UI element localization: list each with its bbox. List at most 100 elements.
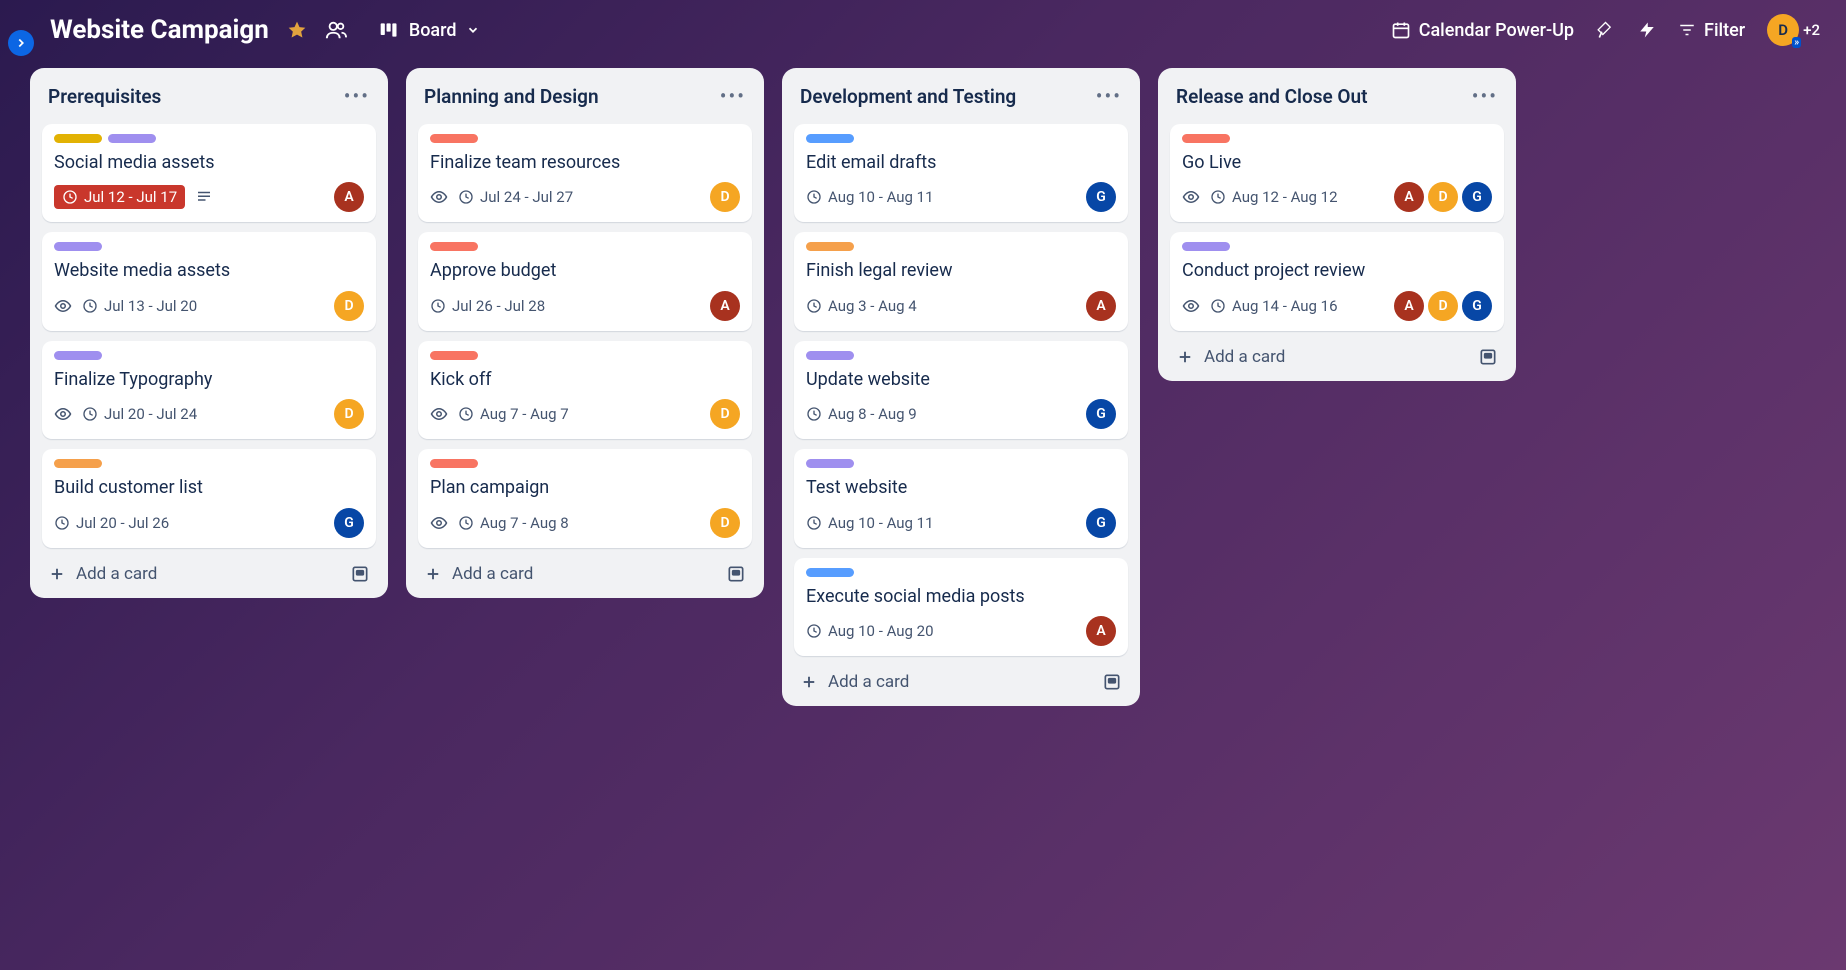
member-avatar-D[interactable]: D — [710, 399, 740, 429]
clock-icon — [62, 189, 78, 205]
member-avatar-D[interactable]: D — [334, 291, 364, 321]
member-avatar-G[interactable]: G — [1086, 508, 1116, 538]
member-avatar-A[interactable]: A — [334, 182, 364, 212]
date-badge[interactable]: Aug 14 - Aug 16 — [1210, 297, 1338, 315]
member-avatar-G[interactable]: G — [334, 508, 364, 538]
card[interactable]: Update websiteAug 8 - Aug 9G — [794, 341, 1128, 439]
member-avatar-G[interactable]: G — [1462, 182, 1492, 212]
member-avatar-D[interactable]: D — [1428, 291, 1458, 321]
member-avatar-D[interactable]: D — [334, 399, 364, 429]
list-title[interactable]: Planning and Design — [424, 85, 599, 108]
card-template-button[interactable] — [726, 564, 746, 584]
list-menu-button[interactable]: ••• — [720, 84, 746, 108]
date-badge[interactable]: Aug 8 - Aug 9 — [806, 405, 917, 423]
automation-icon[interactable] — [1638, 21, 1656, 39]
calendar-powerup-button[interactable]: Calendar Power-Up — [1391, 20, 1574, 41]
label-blue[interactable] — [806, 134, 854, 143]
list-title[interactable]: Prerequisites — [48, 85, 161, 108]
card[interactable]: Plan campaignAug 7 - Aug 8D — [418, 449, 752, 547]
date-badge[interactable]: Jul 13 - Jul 20 — [82, 297, 197, 315]
list-title[interactable]: Development and Testing — [800, 85, 1016, 108]
card[interactable]: Website media assetsJul 13 - Jul 20D — [42, 232, 376, 330]
date-badge[interactable]: Aug 12 - Aug 12 — [1210, 188, 1338, 206]
label-purple[interactable] — [1182, 242, 1230, 251]
label-red[interactable] — [430, 134, 478, 143]
member-avatar-D[interactable]: D — [710, 508, 740, 538]
add-card-button[interactable]: Add a card — [48, 564, 340, 584]
extra-members-count[interactable]: +2 — [1803, 21, 1820, 39]
label-yellow[interactable] — [54, 134, 102, 143]
label-purple[interactable] — [54, 242, 102, 251]
card-labels — [430, 242, 740, 251]
clock-icon — [806, 623, 822, 639]
list-menu-button[interactable]: ••• — [1472, 84, 1498, 108]
date-badge[interactable]: Aug 10 - Aug 20 — [806, 622, 934, 640]
date-badge[interactable]: Jul 24 - Jul 27 — [458, 188, 573, 206]
label-red[interactable] — [1182, 134, 1230, 143]
date-badge[interactable]: Aug 3 - Aug 4 — [806, 297, 917, 315]
date-badge-overdue[interactable]: Jul 12 - Jul 17 — [54, 185, 185, 209]
add-card-button[interactable]: Add a card — [800, 672, 1092, 692]
card[interactable]: Test websiteAug 10 - Aug 11G — [794, 449, 1128, 547]
add-card-button[interactable]: Add a card — [424, 564, 716, 584]
list-menu-button[interactable]: ••• — [344, 84, 370, 108]
member-avatar-D[interactable]: D — [710, 182, 740, 212]
card-labels — [1182, 242, 1492, 251]
date-badge[interactable]: Aug 7 - Aug 7 — [458, 405, 569, 423]
card[interactable]: Conduct project reviewAug 14 - Aug 16ADG — [1170, 232, 1504, 330]
card[interactable]: Finalize Typography Jul 20 - Jul 24 D — [42, 341, 376, 439]
member-avatar-G[interactable]: G — [1086, 399, 1116, 429]
card-title: Finalize Typography — [54, 368, 364, 391]
card[interactable]: Finish legal reviewAug 3 - Aug 4A — [794, 232, 1128, 330]
label-red[interactable] — [430, 459, 478, 468]
header-user-avatar[interactable]: D » — [1767, 14, 1799, 46]
view-switcher[interactable]: Board — [379, 20, 481, 41]
sidebar-collapse-button[interactable] — [8, 30, 34, 56]
card[interactable]: Build customer listJul 20 - Jul 26G — [42, 449, 376, 547]
card[interactable]: Approve budgetJul 26 - Jul 28A — [418, 232, 752, 330]
add-card-button[interactable]: Add a card — [1176, 347, 1468, 367]
rocket-icon[interactable] — [1596, 20, 1616, 40]
member-avatar-A[interactable]: A — [1086, 616, 1116, 646]
label-orange[interactable] — [806, 242, 854, 251]
member-avatar-A[interactable]: A — [1086, 291, 1116, 321]
member-avatar-A[interactable]: A — [1394, 291, 1424, 321]
member-avatar-G[interactable]: G — [1462, 291, 1492, 321]
card-title: Kick off — [430, 368, 740, 391]
date-badge[interactable]: Aug 10 - Aug 11 — [806, 514, 934, 532]
list-title[interactable]: Release and Close Out — [1176, 85, 1368, 108]
card[interactable]: Go LiveAug 12 - Aug 12ADG — [1170, 124, 1504, 222]
label-blue[interactable] — [806, 568, 854, 577]
star-icon[interactable] — [287, 20, 307, 40]
card[interactable]: Social media assetsJul 12 - Jul 17A — [42, 124, 376, 222]
card[interactable]: Kick off Aug 7 - Aug 7 D — [418, 341, 752, 439]
date-badge[interactable]: Aug 7 - Aug 8 — [458, 514, 569, 532]
date-badge[interactable]: Jul 26 - Jul 28 — [430, 297, 545, 315]
filter-button[interactable]: Filter — [1678, 20, 1745, 41]
member-avatar-D[interactable]: D — [1428, 182, 1458, 212]
label-purple[interactable] — [806, 459, 854, 468]
board-title[interactable]: Website Campaign — [50, 15, 269, 45]
members-icon[interactable] — [325, 19, 347, 41]
label-purple[interactable] — [806, 351, 854, 360]
card-members: ADG — [1394, 291, 1492, 321]
card[interactable]: Finalize team resourcesJul 24 - Jul 27D — [418, 124, 752, 222]
card[interactable]: Execute social media postsAug 10 - Aug 2… — [794, 558, 1128, 656]
avatar-chevron-badge: » — [1792, 37, 1801, 48]
member-avatar-A[interactable]: A — [710, 291, 740, 321]
label-orange[interactable] — [54, 459, 102, 468]
list-menu-button[interactable]: ••• — [1096, 84, 1122, 108]
label-purple[interactable] — [108, 134, 156, 143]
member-avatar-A[interactable]: A — [1394, 182, 1424, 212]
card-template-button[interactable] — [1102, 672, 1122, 692]
date-badge[interactable]: Aug 10 - Aug 11 — [806, 188, 934, 206]
label-purple[interactable] — [54, 351, 102, 360]
card-template-button[interactable] — [350, 564, 370, 584]
card-template-button[interactable] — [1478, 347, 1498, 367]
date-badge[interactable]: Jul 20 - Jul 24 — [82, 405, 197, 423]
label-red[interactable] — [430, 351, 478, 360]
member-avatar-G[interactable]: G — [1086, 182, 1116, 212]
card[interactable]: Edit email draftsAug 10 - Aug 11G — [794, 124, 1128, 222]
date-badge[interactable]: Jul 20 - Jul 26 — [54, 514, 169, 532]
label-red[interactable] — [430, 242, 478, 251]
